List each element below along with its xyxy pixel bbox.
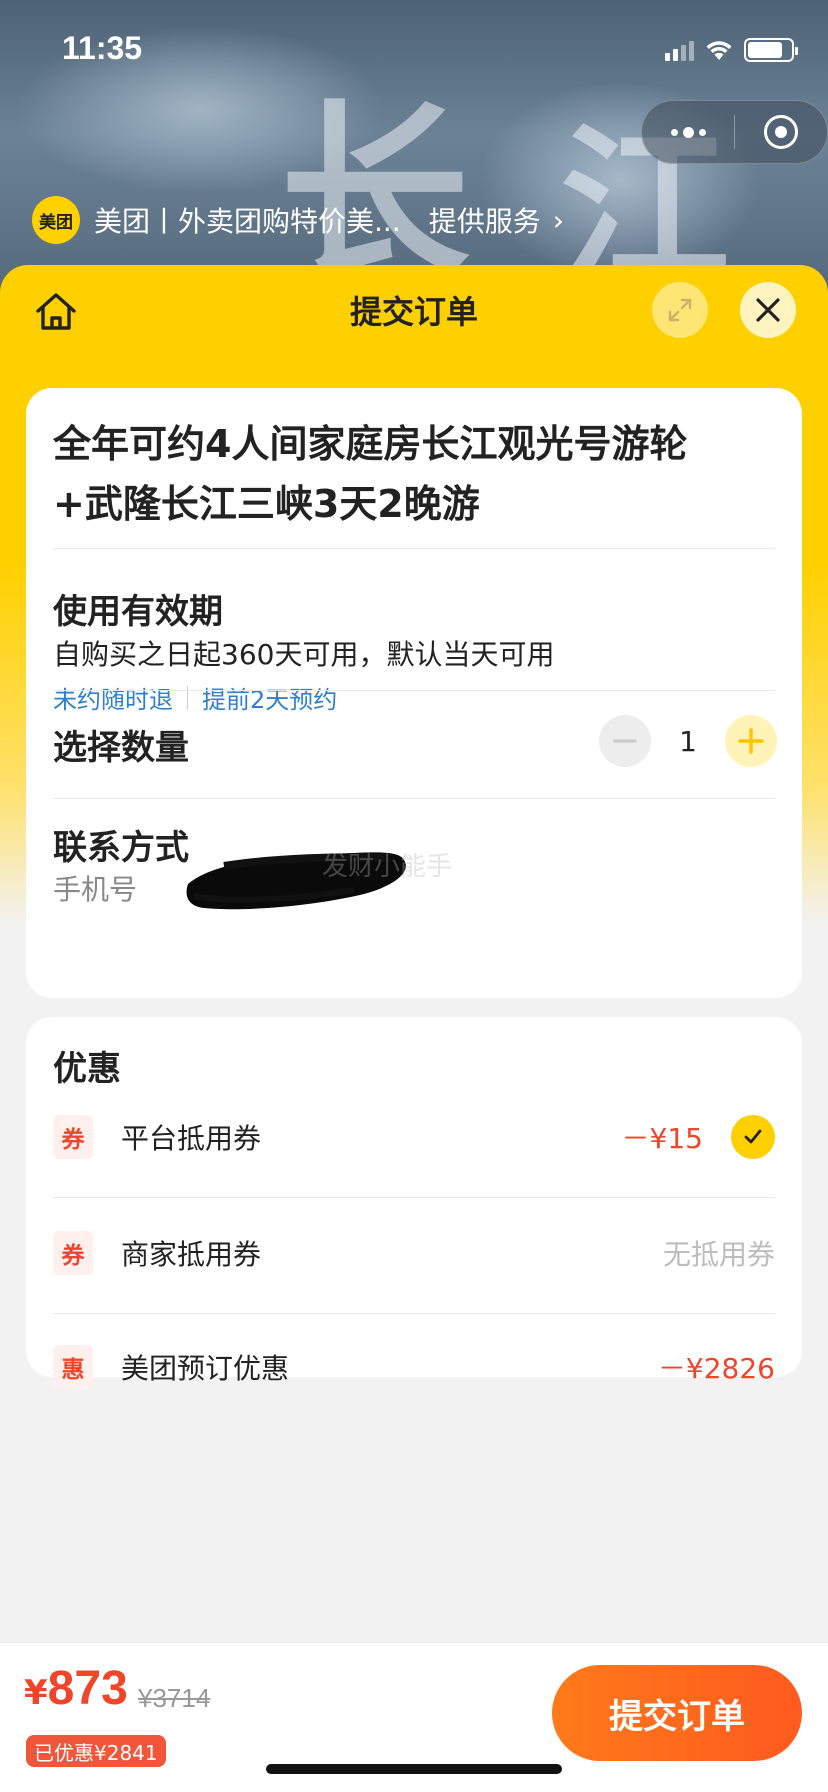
tag-reservation: 提前2天预约 [202,686,338,714]
total-price: ¥ 873 [24,1661,128,1716]
quantity-value: 1 [679,724,697,758]
discount-row-platform-coupon[interactable]: 券 平台抵用券 －¥15 [53,1107,775,1167]
plus-icon [738,728,764,754]
coupon-tag: 券 [53,1231,93,1275]
decrease-quantity-button[interactable] [599,715,651,767]
validity-text: 自购买之日起360天可用，默认当天可用 [53,638,555,671]
expand-icon [668,298,692,322]
battery-icon [744,38,798,62]
service-provider-link[interactable]: 提供服务 [429,200,541,240]
currency-symbol: ¥ [24,1673,48,1713]
mini-program-provider-bar[interactable]: 美团 美团丨外卖团购特价美... 提供服务 › [32,196,564,244]
status-bar: 11:35 [0,0,828,100]
discount-row-merchant-coupon[interactable]: 券 商家抵用券 无抵用券 [53,1223,775,1283]
validity-heading: 使用有效期 [53,592,223,632]
tag-refund: 未约随时退 [53,686,173,714]
phone-label: 手机号 [53,873,138,906]
close-button[interactable] [740,282,796,338]
price-value: 873 [47,1662,128,1715]
mini-program-name: 美团丨外卖团购特价美... [94,205,401,238]
home-indicator [266,1764,562,1774]
quantity-stepper: 1 [599,715,777,767]
discount-tag: 惠 [53,1345,93,1389]
minus-icon [613,739,637,743]
divider [53,1197,775,1198]
chevron-right-icon: › [552,203,564,237]
target-circle-icon [764,115,798,149]
contact-heading: 联系方式 [53,828,189,868]
meituan-logo: 美团 [32,196,80,244]
signal-icon [665,39,694,61]
quantity-heading: 选择数量 [53,728,189,768]
mini-program-capsule [641,100,828,164]
expand-button[interactable] [652,282,708,338]
order-details-card: 全年可约4人间家庭房长江观光号游轮+武隆长江三峡3天2晚游 使用有效期 自购买之… [26,388,802,998]
discount-label: 平台抵用券 [121,1122,262,1155]
saved-amount-badge: 已优惠¥2841 [26,1735,166,1767]
selected-check-button[interactable] [731,1115,775,1159]
discounts-heading: 优惠 [53,1049,121,1089]
discounts-card: 优惠 券 平台抵用券 －¥15 券 商家抵用券 无抵用券 惠 美团预订优惠 －¥… [26,1017,802,1389]
discount-row-booking-discount[interactable]: 惠 美团预订优惠 －¥2826 [53,1337,775,1397]
order-sheet: 提交订单 全年可约4人间家庭房长江观光号游轮+武隆长江三峡3天2晚游 使用有效期… [0,265,828,1792]
wifi-icon [706,41,732,60]
submit-order-button[interactable]: 提交订单 [552,1665,802,1761]
divider [53,1313,775,1314]
exit-mini-program-button[interactable] [735,101,827,163]
product-title: 全年可约4人间家庭房长江观光号游轮+武隆长江三峡3天2晚游 [53,422,688,526]
status-icons [665,36,798,64]
status-time: 11:35 [62,30,143,66]
discount-value: 无抵用券 [662,1238,775,1271]
discount-label: 商家抵用券 [121,1238,262,1271]
checkmark-icon [744,1129,762,1144]
discount-value: －¥2826 [657,1352,775,1385]
discount-value: －¥15 [621,1122,703,1155]
divider [53,798,775,799]
more-button[interactable] [642,101,734,163]
divider [53,690,775,691]
divider [53,548,775,549]
coupon-tag: 券 [53,1115,93,1159]
more-dots-icon [670,126,706,138]
sheet-header: 提交订单 [0,265,828,365]
discount-label: 美团预订优惠 [121,1352,290,1385]
close-icon [756,298,780,322]
original-price: ¥3714 [138,1683,211,1713]
increase-quantity-button[interactable] [725,715,777,767]
watermark-text: 发财小能手 [322,852,453,882]
validity-tags: 未约随时退 提前2天预约 [53,680,337,715]
